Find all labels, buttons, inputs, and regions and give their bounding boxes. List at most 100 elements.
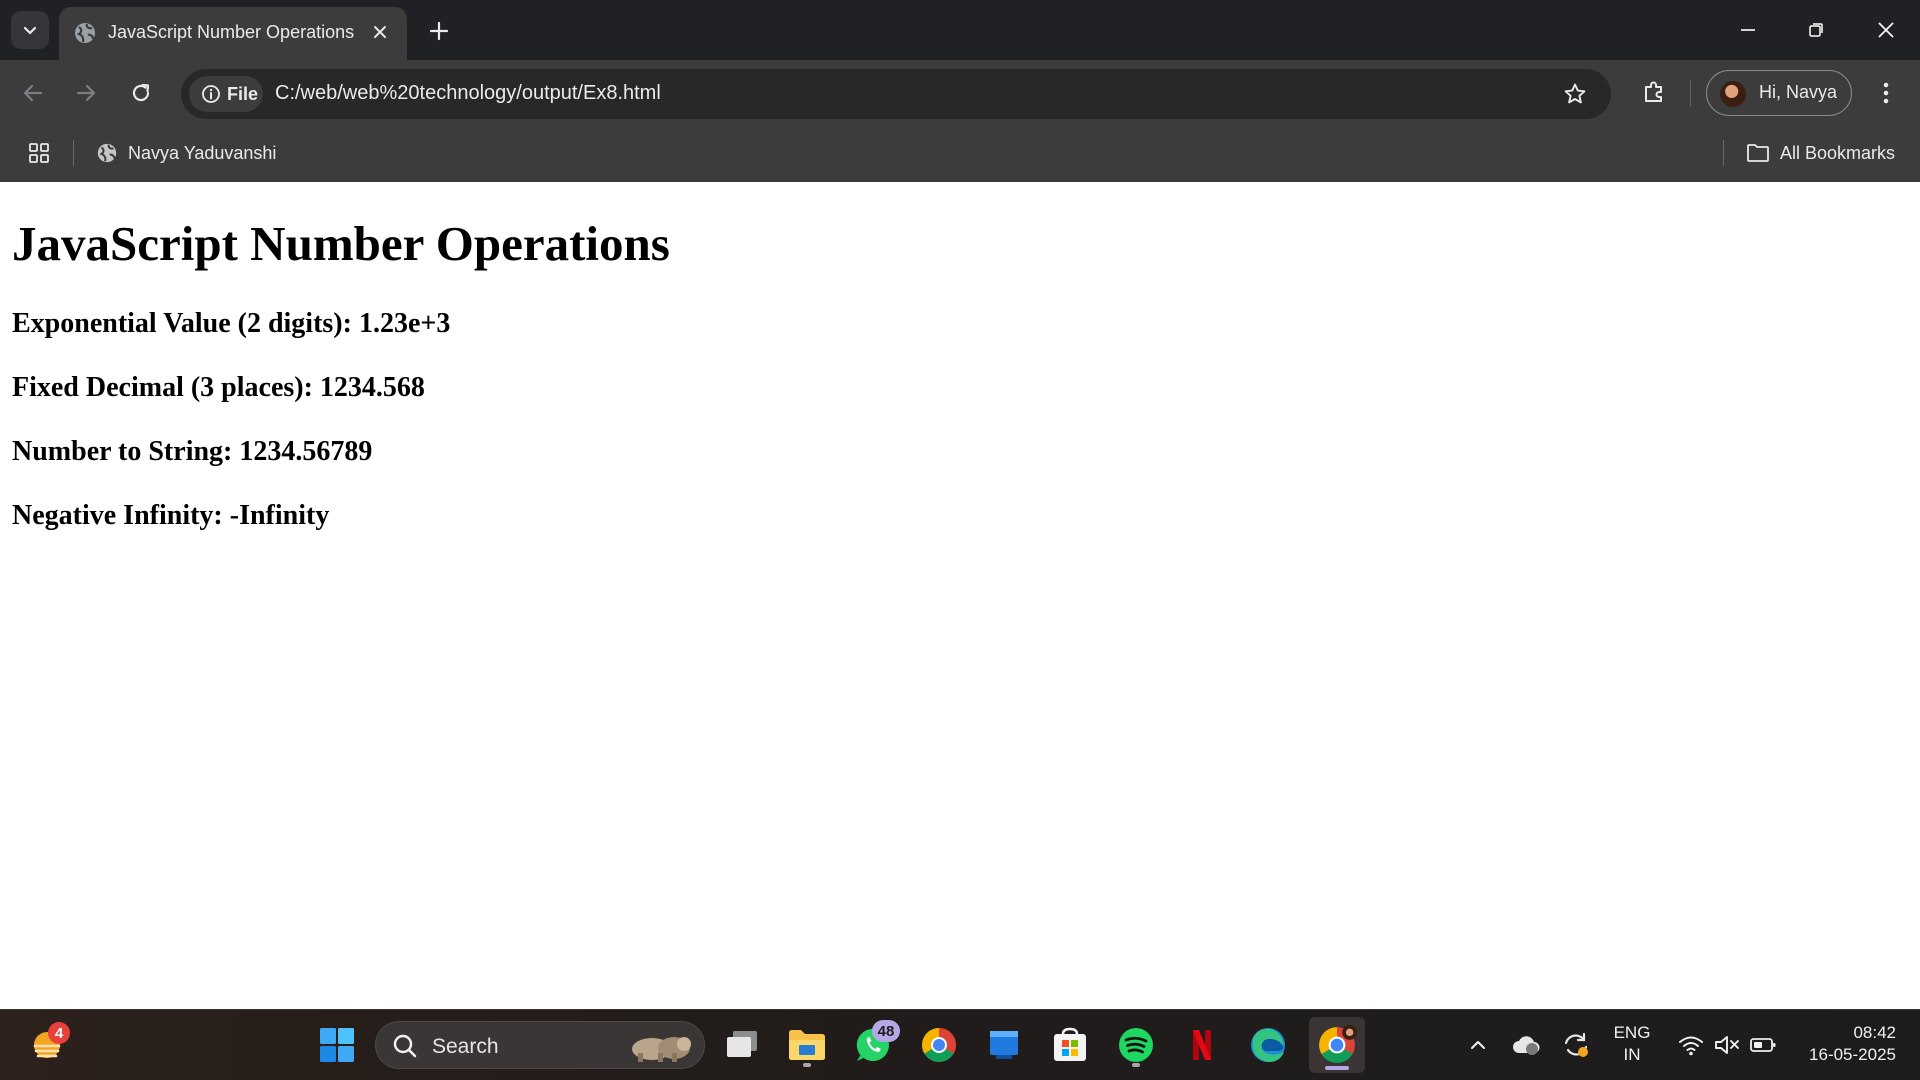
- bookmark-label: Navya Yaduvanshi: [128, 142, 277, 163]
- site-info-chip[interactable]: File: [189, 76, 263, 112]
- extensions-button[interactable]: [1634, 72, 1674, 112]
- search-label: Search: [432, 1035, 499, 1058]
- windows-start-icon: [320, 1028, 354, 1062]
- apps-grid-icon: [29, 143, 49, 163]
- language-code: ENG: [1613, 1023, 1651, 1042]
- address-bar[interactable]: File C:/web/web%20technology/output/Ex8.…: [181, 69, 1611, 119]
- output-line-exponential: Exponential Value (2 digits): 1.23e+3: [12, 308, 451, 339]
- output-line-infinity: Negative Infinity: -Infinity: [12, 500, 330, 531]
- netflix-icon: [1193, 1030, 1211, 1060]
- cloud-icon: [1513, 1036, 1540, 1055]
- quick-settings-button[interactable]: [1664, 1020, 1790, 1070]
- running-indicator: [1132, 1063, 1140, 1067]
- bookmarks-bar: Navya Yaduvanshi All Bookmarks: [0, 126, 1920, 182]
- search-highlight-image: [632, 1037, 691, 1062]
- cloud-sync-button[interactable]: [1502, 1020, 1550, 1070]
- weather-badge: 4: [48, 1022, 70, 1044]
- bookmark-star-button[interactable]: [1559, 78, 1591, 110]
- speaker-muted-icon: [1715, 1036, 1739, 1054]
- tab-search-button[interactable]: [11, 11, 49, 49]
- clock-time: 08:42: [1853, 1023, 1896, 1042]
- tab-close-button[interactable]: [367, 19, 393, 45]
- folder-icon: [1747, 144, 1769, 162]
- clock-date: 16-05-2025: [1809, 1045, 1896, 1064]
- bookmarks-separator: [1723, 140, 1724, 166]
- blue-app-icon: [990, 1031, 1018, 1059]
- edge-icon: [1251, 1028, 1285, 1062]
- title-bar: JavaScript Number Operations: [0, 0, 1920, 60]
- minimize-icon: [1741, 29, 1755, 31]
- all-bookmarks-button[interactable]: All Bookmarks: [1746, 138, 1895, 168]
- all-bookmarks-label: All Bookmarks: [1780, 142, 1896, 163]
- chevron-down-icon: [23, 26, 37, 35]
- close-icon: [374, 26, 386, 38]
- task-view-button[interactable]: [717, 1020, 767, 1070]
- info-icon: [202, 85, 220, 103]
- file-explorer-button[interactable]: [782, 1020, 832, 1070]
- spotify-button[interactable]: [1111, 1020, 1161, 1070]
- close-window-button[interactable]: [1852, 0, 1920, 60]
- reload-button[interactable]: [121, 73, 161, 113]
- profile-label: Hi, Navya: [1759, 82, 1838, 102]
- forward-arrow-icon: [76, 84, 96, 102]
- toolbar-divider: [1690, 80, 1691, 106]
- minimize-button[interactable]: [1714, 0, 1782, 60]
- globe-icon: [75, 23, 95, 43]
- netflix-button[interactable]: [1177, 1020, 1227, 1070]
- page-content: JavaScript Number Operations Exponential…: [0, 182, 1920, 1009]
- restore-button[interactable]: [1782, 0, 1850, 60]
- chrome-icon: [1319, 1025, 1357, 1063]
- language-indicator[interactable]: ENG IN: [1608, 1022, 1656, 1066]
- tab-active[interactable]: JavaScript Number Operations: [59, 7, 407, 60]
- show-hidden-icons-button[interactable]: [1454, 1020, 1502, 1070]
- new-tab-button[interactable]: [422, 14, 456, 48]
- microsoft-store-button[interactable]: [1045, 1020, 1095, 1070]
- file-explorer-icon: [789, 1030, 825, 1060]
- task-view-icon: [727, 1031, 757, 1057]
- back-arrow-icon: [23, 84, 43, 102]
- kebab-menu-icon: [1883, 82, 1889, 104]
- sync-icon: [1564, 1032, 1588, 1057]
- output-line-fixed: Fixed Decimal (3 places): 1234.568: [12, 372, 425, 403]
- weather-widget[interactable]: 4: [22, 1020, 72, 1070]
- close-icon: [1878, 22, 1894, 38]
- search-icon: [393, 1034, 417, 1058]
- clock-button[interactable]: 08:42 16-05-2025: [1796, 1022, 1896, 1066]
- chrome-button[interactable]: [914, 1020, 964, 1070]
- edge-button[interactable]: [1243, 1020, 1293, 1070]
- spotify-icon: [1119, 1028, 1153, 1062]
- blue-app-button[interactable]: [979, 1020, 1029, 1070]
- whatsapp-badge: 48: [872, 1020, 900, 1042]
- apps-button[interactable]: [24, 138, 54, 168]
- chrome-icon: [922, 1028, 956, 1062]
- browser-menu-button[interactable]: [1870, 73, 1902, 113]
- output-line-string: Number to String: 1234.56789: [12, 436, 373, 467]
- globe-icon: [97, 143, 117, 163]
- whatsapp-button[interactable]: 48: [848, 1020, 900, 1070]
- bookmark-item[interactable]: Navya Yaduvanshi: [96, 138, 276, 168]
- running-indicator: [1325, 1066, 1349, 1070]
- star-icon: [1564, 83, 1586, 104]
- page-title: JavaScript Number Operations: [12, 216, 670, 271]
- puzzle-icon: [1645, 81, 1662, 102]
- running-indicator: [803, 1063, 811, 1067]
- bookmarks-separator: [73, 140, 74, 166]
- plus-icon: [429, 21, 449, 41]
- taskbar-search[interactable]: Search: [375, 1021, 705, 1069]
- back-button[interactable]: [13, 73, 53, 113]
- forward-button[interactable]: [66, 73, 106, 113]
- tab-title: JavaScript Number Operations: [108, 22, 355, 42]
- restore-icon: [1809, 23, 1823, 37]
- battery-icon: [1750, 1038, 1776, 1052]
- url-text[interactable]: C:/web/web%20technology/output/Ex8.html: [275, 82, 661, 105]
- start-button[interactable]: [312, 1020, 362, 1070]
- sync-status-button[interactable]: [1552, 1020, 1600, 1070]
- microsoft-store-icon: [1054, 1027, 1086, 1061]
- browser-toolbar: File C:/web/web%20technology/output/Ex8.…: [0, 60, 1920, 126]
- chrome-profile-button[interactable]: [1309, 1017, 1365, 1073]
- profile-button[interactable]: Hi, Navya: [1706, 70, 1852, 116]
- chevron-up-icon: [1471, 1041, 1485, 1049]
- avatar: [1720, 81, 1746, 107]
- wifi-icon: [1679, 1036, 1703, 1056]
- region-code: IN: [1623, 1045, 1641, 1064]
